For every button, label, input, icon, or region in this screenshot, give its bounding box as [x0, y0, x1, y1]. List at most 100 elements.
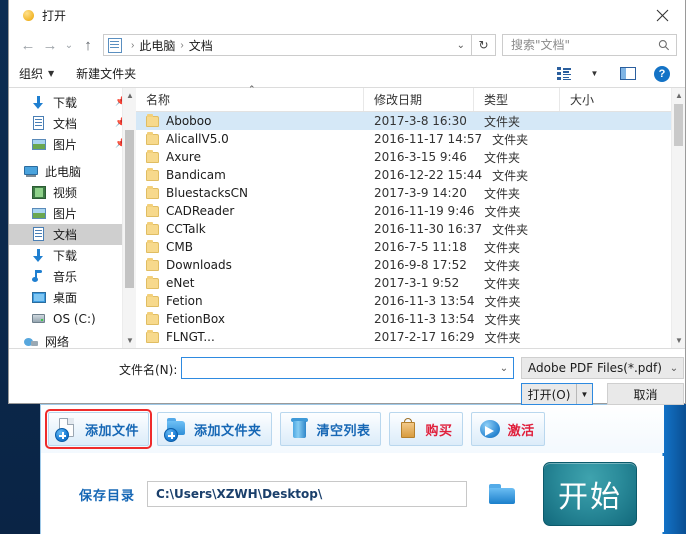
refresh-icon[interactable]: ↻	[472, 34, 496, 56]
save-directory-field[interactable]: C:\Users\XZWH\Desktop\	[147, 481, 467, 507]
table-row[interactable]: Aboboo2017-3-8 16:30文件夹	[136, 112, 685, 130]
sidebar-item-label: 下载	[53, 247, 77, 264]
clear-list-button[interactable]: 清空列表	[280, 412, 381, 446]
breadcrumb-separator-1: ›	[180, 40, 183, 51]
file-list-scrollbar[interactable]: ▲ ▼	[671, 88, 685, 348]
start-button[interactable]: 开始	[543, 462, 637, 526]
back-icon[interactable]: ←	[17, 34, 39, 56]
breadcrumb-separator-0: ›	[131, 40, 134, 51]
file-name-label: Bandicam	[166, 168, 226, 182]
sidebar-item-downloads[interactable]: 下载	[9, 245, 136, 266]
start-button-label: 开始	[558, 472, 622, 516]
buy-button[interactable]: 购买	[389, 412, 463, 446]
new-folder-button[interactable]: 新建文件夹	[76, 65, 136, 82]
close-icon[interactable]	[639, 0, 685, 30]
file-name-cell: FetionBox	[136, 312, 364, 326]
nav-tree-scrollbar[interactable]: ▲ ▼	[122, 88, 136, 348]
sidebar-item-videos[interactable]: 视频	[9, 182, 136, 203]
table-row[interactable]: eNet2017-3-1 9:52文件夹	[136, 274, 685, 292]
desktop-icon	[31, 290, 47, 305]
sidebar-item-label: 网络	[45, 333, 69, 348]
table-row[interactable]: Downloads2016-9-8 17:52文件夹	[136, 256, 685, 274]
open-button[interactable]: 打开(O) ▼	[521, 383, 593, 405]
help-button[interactable]: ?	[649, 63, 675, 85]
folder-icon	[146, 116, 159, 127]
file-type-cell: 文件夹	[475, 203, 561, 220]
activate-icon	[477, 416, 503, 442]
activate-button[interactable]: 激活	[471, 412, 545, 446]
sidebar-item-this-pc[interactable]: 此电脑	[9, 161, 136, 182]
table-row[interactable]: FLNGT...2017-2-17 16:29文件夹	[136, 328, 685, 346]
sort-ascending-icon: ⌃	[248, 85, 256, 95]
table-row[interactable]: CADReader2016-11-19 9:46文件夹	[136, 202, 685, 220]
sidebar-item-documents-quick[interactable]: 文档 📌	[9, 113, 136, 134]
sidebar-item-network[interactable]: 网络	[9, 331, 136, 348]
table-row[interactable]: AlicallV5.02016-11-17 14:57文件夹	[136, 130, 685, 148]
up-icon[interactable]: ↑	[77, 34, 99, 56]
cancel-button[interactable]: 取消	[607, 383, 684, 405]
preview-pane-button[interactable]	[615, 63, 641, 85]
file-name-label: FetionBox	[166, 312, 225, 326]
search-input[interactable]	[509, 37, 658, 53]
column-header-name[interactable]: 名称 ⌃	[136, 88, 364, 111]
column-header-type[interactable]: 类型	[474, 88, 560, 111]
file-type-cell: 文件夹	[474, 149, 560, 166]
file-list-scroll-thumb[interactable]	[674, 104, 683, 146]
sidebar-item-pictures[interactable]: 图片	[9, 203, 136, 224]
sidebar-item-desktop[interactable]: 桌面	[9, 287, 136, 308]
add-file-button[interactable]: 添加文件	[48, 412, 149, 446]
scroll-down-icon[interactable]: ▼	[123, 333, 136, 348]
filename-input[interactable]	[182, 358, 495, 378]
sidebar-item-label: 图片	[53, 205, 77, 222]
sidebar-item-pictures-quick[interactable]: 图片 📌	[9, 134, 136, 155]
filetype-dropdown[interactable]: Adobe PDF Files(*.pdf) ⌄	[521, 357, 684, 379]
table-row[interactable]: CCTalk2016-11-30 16:37文件夹	[136, 220, 685, 238]
file-name-label: FLNGT...	[166, 330, 215, 344]
file-type-cell: 文件夹	[475, 311, 561, 328]
scroll-up-icon[interactable]: ▲	[672, 88, 686, 103]
breadcrumb[interactable]: › 此电脑 › 文档 ⌄	[103, 34, 472, 56]
sidebar-item-music[interactable]: 音乐	[9, 266, 136, 287]
organize-menu[interactable]: 组织 ▼	[19, 65, 54, 82]
table-row[interactable]: Bandicam2016-12-22 15:44文件夹	[136, 166, 685, 184]
view-caret-button[interactable]: ▼	[579, 63, 605, 85]
open-dropdown-caret-icon[interactable]: ▼	[576, 384, 592, 404]
table-row[interactable]: Axure2016-3-15 9:46文件夹	[136, 148, 685, 166]
table-row[interactable]: FetionBox2016-11-3 13:54文件夹	[136, 310, 685, 328]
sidebar-item-downloads-quick[interactable]: 下载 📌	[9, 92, 136, 113]
sidebar-item-label: 文档	[53, 226, 77, 243]
breadcrumb-item-documents[interactable]: 文档	[189, 37, 213, 54]
table-row[interactable]: CMB2016-7-5 11:18文件夹	[136, 238, 685, 256]
view-options-button[interactable]	[551, 63, 577, 85]
organize-label: 组织	[19, 65, 43, 82]
scroll-down-icon[interactable]: ▼	[672, 333, 686, 348]
chevron-down-icon[interactable]: ⌄	[457, 40, 465, 51]
folder-browse-icon[interactable]	[487, 482, 517, 506]
folder-icon	[146, 296, 159, 307]
file-date-cell: 2017-3-8 16:30	[364, 114, 474, 128]
breadcrumb-item-this-pc[interactable]: 此电脑	[139, 37, 175, 54]
file-date-cell: 2016-11-30 16:37	[364, 222, 482, 236]
column-header-date[interactable]: 修改日期	[364, 88, 474, 111]
chevron-down-icon[interactable]: ⌄	[495, 363, 513, 374]
table-row[interactable]: Fetion2016-11-3 13:54文件夹	[136, 292, 685, 310]
recent-locations-icon[interactable]: ⌄	[61, 34, 77, 56]
nav-tree-scroll-thumb[interactable]	[125, 130, 134, 288]
filename-input-combo[interactable]: ⌄	[181, 357, 514, 379]
open-button-label: 打开(O)	[522, 386, 576, 403]
sidebar-item-os-drive[interactable]: OS (C:)	[9, 308, 136, 329]
table-row[interactable]: BluestacksCN2017-3-9 14:20文件夹	[136, 184, 685, 202]
add-folder-button[interactable]: 添加文件夹	[157, 412, 272, 446]
column-header-size[interactable]: 大小	[560, 88, 685, 111]
file-name-label: BluestacksCN	[166, 186, 248, 200]
sidebar-item-documents[interactable]: 文档	[9, 224, 136, 245]
video-icon	[31, 185, 47, 200]
forward-icon[interactable]: →	[39, 34, 61, 56]
documents-icon	[108, 38, 122, 53]
chevron-down-icon: ⌄	[665, 363, 683, 374]
picture-icon	[31, 137, 47, 152]
scroll-up-icon[interactable]: ▲	[123, 88, 136, 103]
dialog-main-area: 下载 📌 文档 📌 图片 📌 此电脑 视频	[9, 88, 685, 349]
search-box[interactable]	[502, 34, 677, 56]
navigation-tree: 下载 📌 文档 📌 图片 📌 此电脑 视频	[9, 88, 136, 348]
